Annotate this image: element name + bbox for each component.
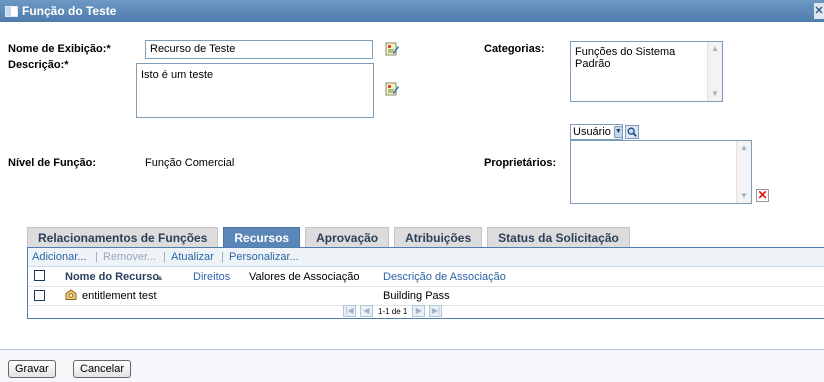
save-button[interactable]: Gravar [8, 360, 56, 378]
table-header: Nome do Recurso ▲ Direitos Valores de As… [28, 267, 824, 285]
display-name-field[interactable]: Recurso de Teste [145, 40, 373, 59]
separator: | [221, 251, 224, 263]
categories-scrollbar[interactable]: ▲ ▼ [707, 42, 722, 101]
column-rights[interactable]: Direitos [193, 271, 230, 283]
tab-role-relationships[interactable]: Relacionamentos de Funções [27, 227, 219, 247]
column-assoc-values[interactable]: Valores de Associação [249, 271, 359, 283]
page-info: 1-1 de 1 [378, 306, 408, 316]
resources-panel: Adicionar... | Remover... | Atualizar | … [27, 247, 824, 319]
pagination: |◀ ◀ 1-1 de 1 ▶ ▶| [341, 304, 444, 318]
localize-edit-icon[interactable] [385, 42, 399, 56]
tab-approval[interactable]: Aprovação [305, 227, 390, 247]
prev-page-icon[interactable]: ◀ [360, 305, 373, 317]
next-page-icon[interactable]: ▶ [412, 305, 426, 317]
first-page-icon[interactable]: |◀ [343, 305, 356, 317]
sort-ascending-icon[interactable]: ▲ [156, 273, 164, 282]
close-icon[interactable]: ✕ [814, 3, 824, 19]
refresh-link[interactable]: Atualizar [171, 251, 214, 263]
row-checkbox[interactable] [34, 290, 45, 301]
role-level-label: Nível de Função: [8, 157, 97, 169]
description-field[interactable]: Isto é um teste [136, 63, 374, 118]
column-resource-name[interactable]: Nome do Recurso [65, 271, 159, 283]
assoc-description-cell: Building Pass [383, 290, 450, 302]
remove-link[interactable]: Remover... [103, 251, 156, 263]
resource-name-cell[interactable]: entitlement test [82, 290, 157, 302]
separator: | [95, 251, 98, 263]
category-option[interactable]: Funções do Sistema [571, 46, 722, 58]
owners-scrollbar[interactable]: ▲ ▼ [736, 141, 751, 203]
last-page-icon[interactable]: ▶| [429, 305, 443, 317]
display-name-label: Nome de Exibição:* [8, 43, 111, 55]
search-icon[interactable] [625, 125, 639, 139]
column-assoc-description[interactable]: Descrição de Associação [383, 271, 506, 283]
owners-label: Proprietários: [484, 157, 557, 169]
customize-link[interactable]: Personalizar... [229, 251, 299, 263]
category-option[interactable]: Padrão [571, 58, 722, 70]
select-all-checkbox[interactable] [34, 270, 45, 281]
scroll-up-icon[interactable]: ▲ [738, 142, 750, 154]
tab-request-status[interactable]: Status da Solicitação [487, 227, 630, 247]
role-icon [5, 5, 18, 17]
owners-listbox[interactable]: ▲ ▼ [570, 140, 752, 204]
table-row[interactable]: entitlement test Building Pass [28, 286, 824, 306]
tab-bar: Relacionamentos de Funções Recursos Apro… [27, 227, 635, 247]
window-title-bar: Função do Teste ✕ [0, 0, 824, 22]
window-title: Função do Teste [22, 4, 117, 18]
owner-type-value: Usuário [573, 126, 611, 138]
bottom-button-bar: Gravar Cancelar [0, 349, 824, 382]
cancel-button[interactable]: Cancelar [73, 360, 132, 378]
scroll-down-icon[interactable]: ▼ [709, 88, 721, 100]
owner-type-select[interactable]: Usuário ▼ [570, 124, 623, 140]
role-level-value: Função Comercial [145, 157, 235, 169]
separator: | [163, 251, 166, 263]
scroll-up-icon[interactable]: ▲ [709, 43, 721, 55]
tab-assignments[interactable]: Atribuições [394, 227, 483, 247]
delete-owner-icon[interactable]: ✕ [756, 189, 769, 202]
chevron-down-icon[interactable]: ▼ [613, 126, 623, 138]
categories-listbox[interactable]: Funções do Sistema Padrão ▲ ▼ [570, 41, 723, 102]
add-link[interactable]: Adicionar... [32, 251, 86, 263]
resources-toolbar: Adicionar... | Remover... | Atualizar | … [28, 248, 824, 267]
tab-resources[interactable]: Recursos [223, 227, 301, 247]
categories-label: Categorias: [484, 43, 545, 55]
localize-edit-icon[interactable] [385, 82, 399, 96]
scroll-down-icon[interactable]: ▼ [738, 190, 750, 202]
description-label: Descrição:* [8, 59, 69, 71]
resource-icon [65, 289, 77, 300]
